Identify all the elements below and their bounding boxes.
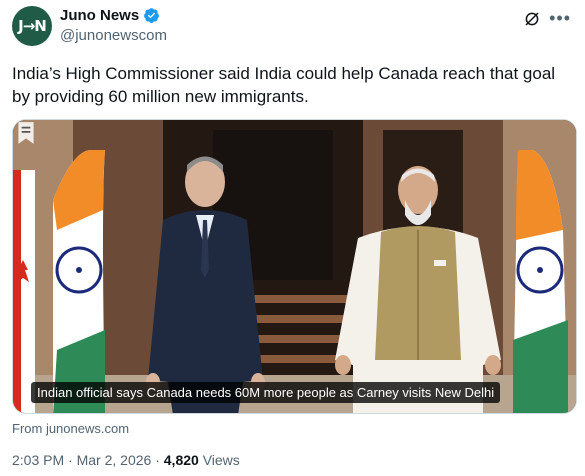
tweet-date[interactable]: Mar 2, 2026 bbox=[77, 452, 152, 468]
avatar[interactable]: J→N bbox=[12, 6, 52, 46]
tweet-meta: 2:03 PM · Mar 2, 2026 · 4,820 Views bbox=[12, 452, 240, 468]
verified-badge-icon bbox=[144, 8, 160, 23]
media-caption: Indian official says Canada needs 60M mo… bbox=[31, 382, 501, 403]
meta-separator: · bbox=[155, 452, 160, 468]
photo-scene bbox=[13, 120, 576, 413]
tweet-time[interactable]: 2:03 PM bbox=[12, 452, 64, 468]
author-block: Juno News @junonewscom bbox=[60, 7, 167, 44]
media-image[interactable]: Indian official says Canada needs 60M mo… bbox=[12, 119, 577, 414]
views-label: Views bbox=[202, 452, 240, 468]
bookmark-icon[interactable] bbox=[13, 120, 39, 146]
meta-separator: · bbox=[68, 452, 73, 468]
tweet-text: India’s High Commissioner said India cou… bbox=[12, 64, 556, 106]
tweet-header: J→N Juno News @junonewscom ••• bbox=[12, 6, 573, 50]
handle[interactable]: @junonewscom bbox=[60, 27, 167, 44]
canada-flag bbox=[13, 170, 35, 413]
grok-icon[interactable] bbox=[523, 10, 541, 28]
more-options-icon[interactable]: ••• bbox=[549, 8, 571, 29]
views-count: 4,820 bbox=[163, 452, 199, 468]
india-flag-left bbox=[53, 150, 105, 413]
display-name[interactable]: Juno News bbox=[60, 7, 139, 24]
link-source[interactable]: From junonews.com bbox=[12, 421, 129, 436]
